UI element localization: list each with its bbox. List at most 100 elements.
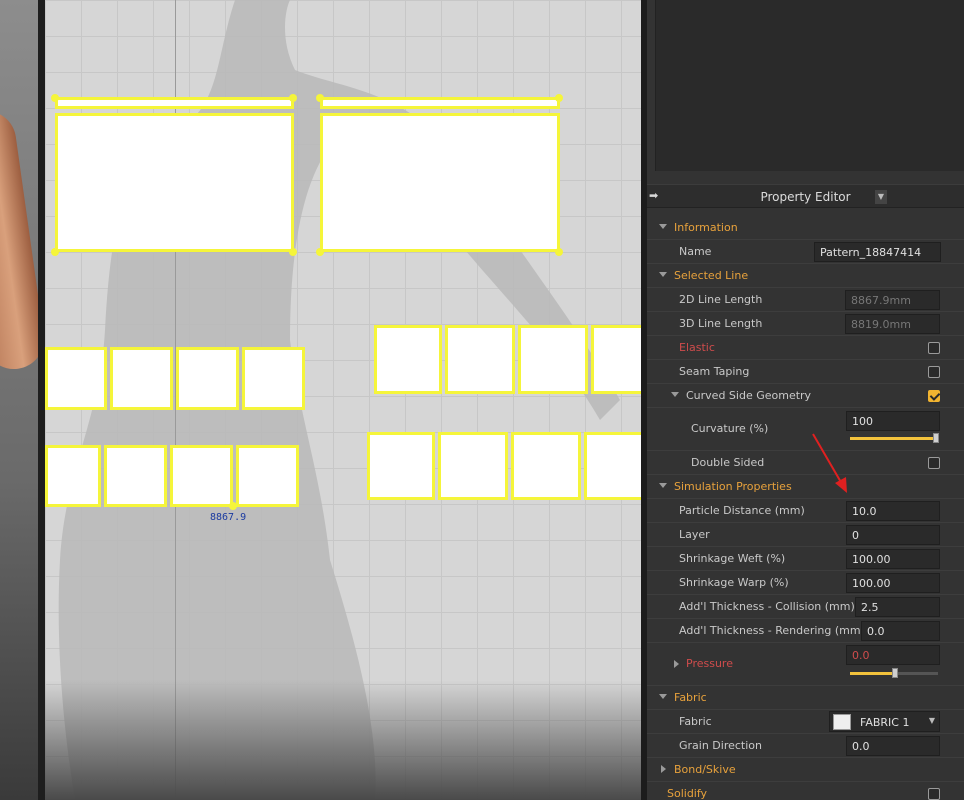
collapse-arrow-icon[interactable] (671, 392, 679, 397)
expand-arrow-icon[interactable] (674, 660, 679, 668)
pattern-piece[interactable] (367, 432, 435, 500)
section-bond-skive[interactable]: Bond/Skive (647, 758, 964, 782)
particle-distance-field[interactable]: 10.0 (846, 501, 940, 521)
pattern-piece[interactable] (445, 325, 515, 394)
double-sided-label: Double Sided (691, 456, 765, 469)
pattern-piece[interactable] (55, 97, 294, 109)
right-panel: ➡ Property Editor ▼ Information Name Pat… (647, 0, 964, 800)
collapse-arrow-icon[interactable] (659, 224, 667, 229)
pattern-point[interactable] (51, 248, 59, 256)
section-fabric[interactable]: Fabric (647, 686, 964, 710)
particle-distance-label: Particle Distance (mm) (679, 504, 805, 517)
3d-viewport[interactable] (0, 0, 38, 800)
line2d-row: 2D Line Length 8867.9mm (647, 288, 964, 312)
pressure-slider[interactable] (850, 668, 938, 678)
thickness-collision-field[interactable]: 2.5 (855, 597, 940, 617)
object-browser[interactable] (655, 0, 964, 171)
curvature-field[interactable]: 100 (846, 411, 940, 431)
slider-handle[interactable] (892, 668, 898, 678)
section-title: Bond/Skive (674, 763, 736, 776)
pressure-field[interactable]: 0.0 (846, 645, 940, 665)
pattern-piece[interactable] (104, 445, 167, 507)
pattern-point[interactable] (316, 248, 324, 256)
pattern-point[interactable] (289, 248, 297, 256)
name-row: Name Pattern_18847414 (647, 240, 964, 264)
pattern-piece[interactable] (110, 347, 173, 410)
line2d-field: 8867.9mm (845, 290, 940, 310)
pattern-piece[interactable] (374, 325, 442, 394)
pattern-piece[interactable] (584, 432, 641, 500)
section-title: Selected Line (674, 269, 749, 282)
line3d-row: 3D Line Length 8819.0mm (647, 312, 964, 336)
pattern-point[interactable] (555, 94, 563, 102)
name-field[interactable]: Pattern_18847414 (814, 242, 941, 262)
expand-arrow-icon[interactable] (661, 765, 666, 773)
viewport-splitter[interactable] (38, 0, 45, 800)
fabric-row: Fabric FABRIC 1 ▼ (647, 710, 964, 734)
double-sided-checkbox[interactable] (928, 457, 940, 469)
chevron-down-icon[interactable]: ▼ (875, 190, 887, 204)
slider-handle[interactable] (933, 433, 939, 443)
pattern-piece[interactable] (438, 432, 508, 500)
property-editor-header: ➡ Property Editor ▼ (647, 184, 964, 208)
elastic-label: Elastic (679, 341, 715, 354)
pattern-point[interactable] (51, 94, 59, 102)
collapse-arrow-icon[interactable] (659, 483, 667, 488)
pattern-piece[interactable] (170, 445, 233, 507)
pattern-point[interactable] (229, 502, 237, 510)
pattern-piece[interactable] (55, 113, 294, 252)
thickness-collision-row: Add'l Thickness - Collision (mm) 2.5 (647, 595, 964, 619)
pattern-piece[interactable] (176, 347, 239, 410)
grain-direction-label: Grain Direction (679, 739, 763, 752)
curvature-row: Curvature (%) 100 (647, 408, 964, 451)
elastic-row: Elastic (647, 336, 964, 360)
2d-pattern-window[interactable]: 8867.9 (45, 0, 641, 800)
app-window: 8867.9 ➡ Property Editor ▼ Information N… (0, 0, 964, 800)
name-label: Name (679, 245, 712, 258)
section-title: Information (674, 221, 738, 234)
viewport-shadow (45, 680, 641, 800)
layer-field[interactable]: 0 (846, 525, 940, 545)
property-editor-title: Property Editor (760, 190, 851, 204)
layer-label: Layer (679, 528, 710, 541)
grain-direction-field[interactable]: 0.0 (846, 736, 940, 756)
shrinkage-weft-row: Shrinkage Weft (%) 100.00 (647, 547, 964, 571)
section-selected-line[interactable]: Selected Line (647, 264, 964, 288)
pattern-piece[interactable] (45, 347, 107, 410)
pattern-piece[interactable] (320, 113, 560, 252)
collapse-arrow-icon[interactable] (659, 694, 667, 699)
pattern-point[interactable] (289, 94, 297, 102)
pattern-piece[interactable] (236, 445, 299, 507)
section-information[interactable]: Information (647, 216, 964, 240)
section-simulation[interactable]: Simulation Properties (647, 475, 964, 499)
shrinkage-warp-field[interactable]: 100.00 (846, 573, 940, 593)
curvature-label: Curvature (%) (691, 422, 769, 435)
pattern-piece[interactable] (511, 432, 581, 500)
solidify-row: Solidify (647, 782, 964, 800)
curved-side-checkbox[interactable] (928, 390, 940, 402)
chevron-down-icon[interactable]: ▼ (929, 716, 935, 725)
pattern-point[interactable] (316, 94, 324, 102)
line3d-field: 8819.0mm (845, 314, 940, 334)
pattern-piece[interactable] (591, 325, 641, 394)
solidify-checkbox[interactable] (928, 788, 940, 800)
thickness-collision-label: Add'l Thickness - Collision (mm) (679, 600, 855, 613)
fabric-swatch (833, 714, 851, 730)
shrinkage-weft-field[interactable]: 100.00 (846, 549, 940, 569)
avatar-arm (0, 107, 38, 373)
curved-side-row: Curved Side Geometry (647, 384, 964, 408)
curvature-slider[interactable] (850, 433, 939, 443)
pattern-piece[interactable] (242, 347, 305, 410)
thickness-rendering-field[interactable]: 0.0 (861, 621, 940, 641)
shrinkage-weft-label: Shrinkage Weft (%) (679, 552, 786, 565)
collapse-arrow-icon[interactable] (659, 272, 667, 277)
pattern-point[interactable] (555, 248, 563, 256)
pattern-piece[interactable] (45, 445, 101, 507)
pattern-piece[interactable] (518, 325, 588, 394)
seam-taping-checkbox[interactable] (928, 366, 940, 378)
pattern-piece[interactable] (320, 97, 560, 109)
thickness-rendering-label: Add'l Thickness - Rendering (mm) (679, 624, 865, 637)
double-sided-row: Double Sided (647, 451, 964, 475)
pressure-row: Pressure 0.0 (647, 643, 964, 686)
elastic-checkbox[interactable] (928, 342, 940, 354)
